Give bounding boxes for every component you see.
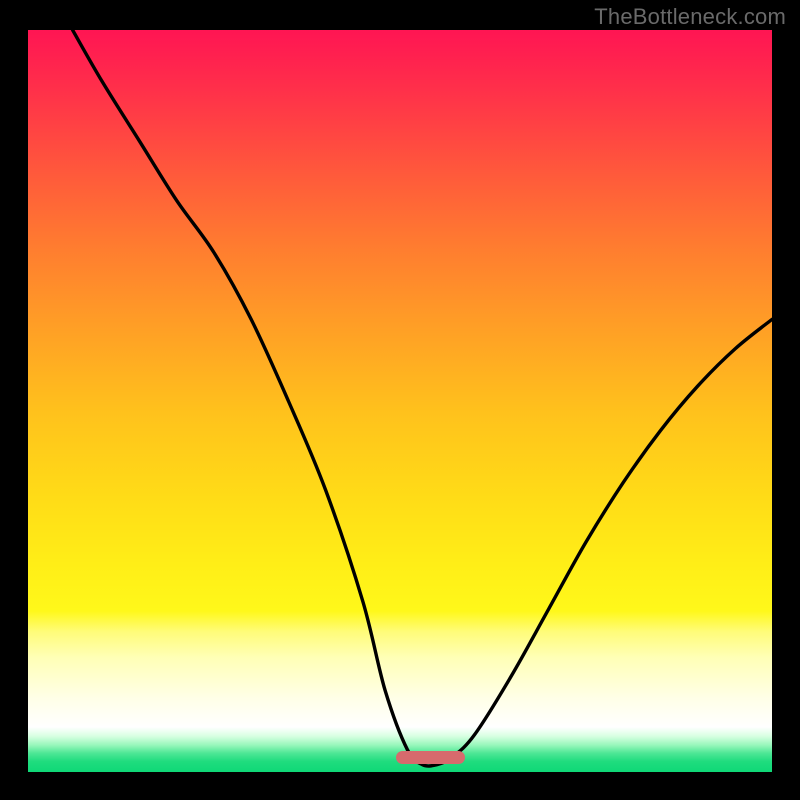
chart-frame: TheBottleneck.com [0,0,800,800]
plot-area [28,30,772,772]
curve-svg [28,30,772,772]
optimal-marker [396,751,464,764]
bottleneck-curve [73,30,772,766]
watermark-text: TheBottleneck.com [594,4,786,30]
